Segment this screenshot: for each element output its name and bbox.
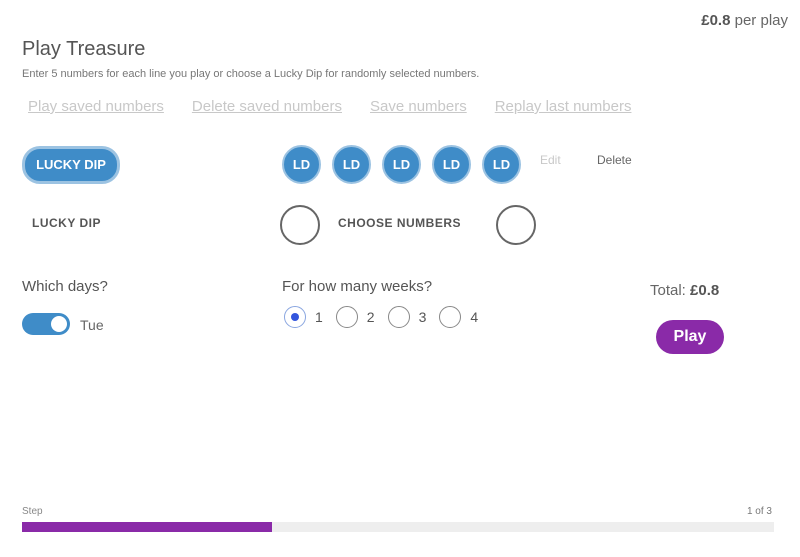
total-value: £0.8 [690,282,720,299]
play-button[interactable]: Play [656,320,724,354]
week-radio-3[interactable] [387,306,410,328]
week-option-1[interactable]: 1 [284,306,323,328]
lucky-dip-button[interactable]: LUCKY DIP [22,146,120,184]
page-subtitle: Enter 5 numbers for each line you play o… [22,68,480,80]
weeks-radio-group: 1 2 3 4 [284,306,478,328]
step-count: 1 of 3 [746,506,772,517]
number-ball[interactable]: LD [482,145,521,184]
week-label-2: 2 [366,309,375,325]
week-radio-1[interactable] [284,306,306,328]
delete-line-button[interactable]: Delete [597,153,632,167]
step-label: Step [22,506,43,517]
toggle-knob [51,316,67,332]
edit-line-button[interactable]: Edit [540,153,561,167]
number-balls: LD LD LD LD LD [282,145,521,184]
week-option-2[interactable]: 2 [335,306,375,328]
week-option-4[interactable]: 4 [439,306,478,328]
tue-label: Tue [80,317,104,333]
price-per-play: £0.8 per play [701,12,788,29]
choose-numbers-option-label: CHOOSE NUMBERS [338,216,462,230]
save-numbers-link[interactable]: Save numbers [370,98,467,115]
week-radio-4[interactable] [439,306,462,328]
week-label-4: 4 [470,309,479,325]
total: Total: £0.8 [650,282,719,299]
choose-numbers-radio[interactable] [496,205,536,245]
number-ball[interactable]: LD [282,145,321,184]
number-ball[interactable]: LD [332,145,371,184]
lucky-dip-radio[interactable] [280,205,320,245]
progress-bar [22,522,774,532]
week-label-3: 3 [418,309,427,325]
number-ball[interactable]: LD [432,145,471,184]
price-value: £0.8 [701,12,731,29]
total-label: Total: [650,282,686,299]
week-option-3[interactable]: 3 [387,306,427,328]
action-links: Play saved numbers Delete saved numbers … [28,98,631,115]
week-label-1: 1 [315,309,323,325]
number-ball[interactable]: LD [382,145,421,184]
delete-saved-numbers-link[interactable]: Delete saved numbers [192,98,342,115]
weeks-title: For how many weeks? [282,278,433,295]
page-title: Play Treasure [22,38,146,60]
which-days-title: Which days? [22,278,108,295]
progress-fill [22,522,273,532]
play-saved-numbers-link[interactable]: Play saved numbers [28,98,164,115]
week-radio-2[interactable] [335,306,358,328]
tue-toggle[interactable] [22,313,70,335]
price-suffix: per play [734,12,788,29]
lucky-dip-option-label: LUCKY DIP [32,216,101,230]
replay-last-numbers-link[interactable]: Replay last numbers [495,98,632,115]
